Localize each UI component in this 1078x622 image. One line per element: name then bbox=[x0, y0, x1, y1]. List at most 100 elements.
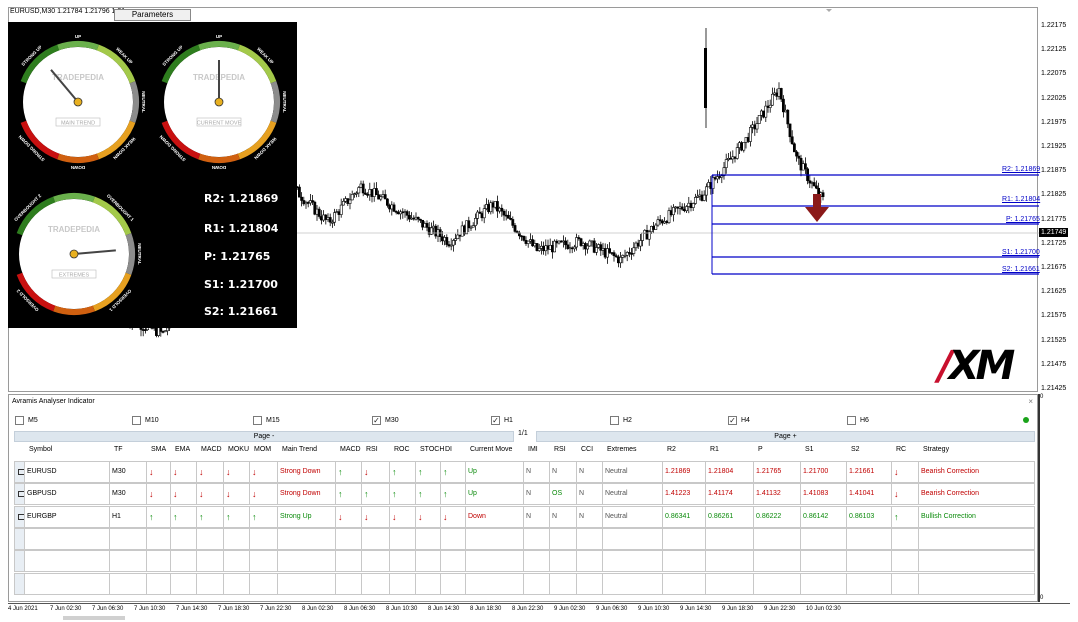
timeframe-m5[interactable]: M5 bbox=[15, 416, 38, 425]
row-icon-cell[interactable] bbox=[14, 483, 25, 506]
timeframe-m15[interactable]: M15 bbox=[253, 416, 280, 425]
candle-body bbox=[350, 194, 354, 201]
timeframe-h1[interactable]: ✓ H1 bbox=[491, 416, 513, 425]
cell-s1: 1.21700 bbox=[801, 461, 847, 483]
timeframe-h2[interactable]: H2 bbox=[610, 416, 632, 425]
candle-body bbox=[335, 211, 339, 213]
table-row[interactable]: GBPUSD M30 ↓ ↓ ↓ ↓ ↓ Strong Down ↑ ↑ ↑ ↑ ↑ Up N OS N Neut… bbox=[14, 483, 1035, 506]
folder-icon[interactable] bbox=[18, 469, 24, 475]
checkbox[interactable] bbox=[15, 416, 24, 425]
cell-cci: N bbox=[577, 461, 603, 483]
candle-body bbox=[346, 198, 350, 204]
timeframe-label: H4 bbox=[741, 417, 750, 424]
cell-r1 bbox=[706, 572, 754, 595]
table-row[interactable]: EURUSD M30 ↓ ↓ ↓ ↓ ↓ Strong Down ↑ ↓ ↑ ↑ ↑ Up N N N Neutr… bbox=[14, 461, 1035, 483]
timeframe-h4[interactable]: ✓ H4 bbox=[728, 416, 750, 425]
indicator-title: Avramis Analyser Indicator bbox=[12, 398, 95, 405]
cell-macd bbox=[197, 527, 224, 550]
cell-rc bbox=[892, 527, 919, 550]
time-tick: 7 Jun 10:30 bbox=[134, 606, 166, 612]
parameters-button[interactable]: Parameters bbox=[114, 9, 191, 21]
timeframe-m30[interactable]: ✓ M30 bbox=[372, 416, 399, 425]
cell-imi: N bbox=[524, 461, 550, 483]
candle-body bbox=[757, 115, 761, 124]
checkbox[interactable]: ✓ bbox=[372, 416, 381, 425]
candle-body bbox=[799, 157, 803, 171]
checkbox[interactable] bbox=[253, 416, 262, 425]
candle-body bbox=[528, 239, 532, 242]
candle-body bbox=[460, 225, 464, 237]
table-row[interactable] bbox=[14, 527, 1035, 550]
candle-body bbox=[707, 182, 711, 188]
cell-s1: 0.86142 bbox=[801, 505, 847, 528]
column-header: STOCH bbox=[420, 446, 445, 453]
cell-tf bbox=[110, 527, 147, 550]
row-icon-cell[interactable] bbox=[14, 550, 25, 573]
candle-body bbox=[379, 196, 383, 200]
cell-current-move: Down bbox=[466, 505, 524, 528]
horizontal-scrollbar[interactable] bbox=[63, 616, 125, 620]
candle-body bbox=[302, 200, 306, 205]
candle-body bbox=[698, 194, 702, 197]
timeframe-h6[interactable]: H6 bbox=[847, 416, 869, 425]
row-icon-cell[interactable] bbox=[14, 505, 25, 528]
page-next-button[interactable]: Page + bbox=[536, 431, 1035, 442]
cell-rsi2: N bbox=[550, 461, 577, 483]
price-tick: 1.21475 bbox=[1041, 360, 1067, 368]
candle-body bbox=[370, 189, 374, 197]
candle-body bbox=[359, 183, 363, 188]
candle-body bbox=[440, 236, 444, 242]
xm-logo: ∕XM bbox=[938, 343, 1015, 389]
candle-body bbox=[590, 240, 594, 243]
checkbox[interactable]: ✓ bbox=[728, 416, 737, 425]
candle-body bbox=[766, 105, 770, 108]
cell-rc: ↓ bbox=[892, 483, 919, 506]
cell-tf bbox=[110, 550, 147, 573]
folder-icon[interactable] bbox=[18, 513, 24, 520]
candle-body bbox=[509, 218, 513, 220]
candle-body bbox=[144, 329, 147, 331]
row-icon-cell[interactable] bbox=[14, 572, 25, 595]
checkbox[interactable] bbox=[132, 416, 141, 425]
candle-body bbox=[627, 252, 631, 254]
table-row[interactable] bbox=[14, 572, 1035, 595]
table-row[interactable] bbox=[14, 550, 1035, 573]
checkbox[interactable] bbox=[610, 416, 619, 425]
column-header: EMA bbox=[175, 446, 191, 453]
candle-body bbox=[467, 220, 471, 229]
cell-sma: ↑ bbox=[147, 505, 171, 528]
cell-cci bbox=[577, 550, 603, 573]
time-tick: 9 Jun 06:30 bbox=[596, 606, 628, 612]
candle-body bbox=[363, 192, 367, 195]
timeframe-m10[interactable]: M10 bbox=[132, 416, 159, 425]
gauge-arc bbox=[270, 81, 280, 123]
candle-body bbox=[777, 88, 781, 97]
cell-symbol: GBPUSD bbox=[25, 483, 110, 506]
candle-body bbox=[504, 214, 508, 217]
column-header: R1 bbox=[710, 446, 719, 453]
candle-body bbox=[808, 180, 812, 184]
candle-body bbox=[407, 215, 411, 220]
candle-body bbox=[643, 230, 647, 234]
candle-body bbox=[687, 202, 691, 207]
checkbox[interactable] bbox=[847, 416, 856, 425]
candle-body bbox=[654, 224, 658, 230]
time-tick: 9 Jun 02:30 bbox=[554, 606, 586, 612]
close-icon[interactable]: × bbox=[1028, 397, 1033, 406]
dashboard-panel: TRADEPEDIA MAIN TREND UP STRONG UP WEAK UP NE… bbox=[8, 22, 297, 328]
table-row[interactable]: EURGBP H1 ↑ ↑ ↑ ↑ ↑ Strong Up ↓ ↓ ↓ ↓ ↓ Down N N N Neutra… bbox=[14, 505, 1035, 528]
cell-cci: N bbox=[577, 505, 603, 528]
page-prev-button[interactable]: Page - bbox=[14, 431, 514, 442]
candle-body bbox=[658, 219, 662, 222]
checkbox[interactable]: ✓ bbox=[491, 416, 500, 425]
gauge-caption: CURRENT MOVE bbox=[197, 121, 242, 127]
column-header: MOKU bbox=[228, 446, 249, 453]
cell-macd2 bbox=[336, 572, 362, 595]
price-tick: 1.21425 bbox=[1041, 385, 1067, 392]
row-icon-cell[interactable] bbox=[14, 527, 25, 550]
candle-body bbox=[630, 253, 634, 255]
candle-body bbox=[423, 223, 427, 228]
row-icon-cell[interactable] bbox=[14, 461, 25, 483]
folder-icon[interactable] bbox=[18, 491, 24, 498]
candle-body bbox=[577, 237, 581, 239]
